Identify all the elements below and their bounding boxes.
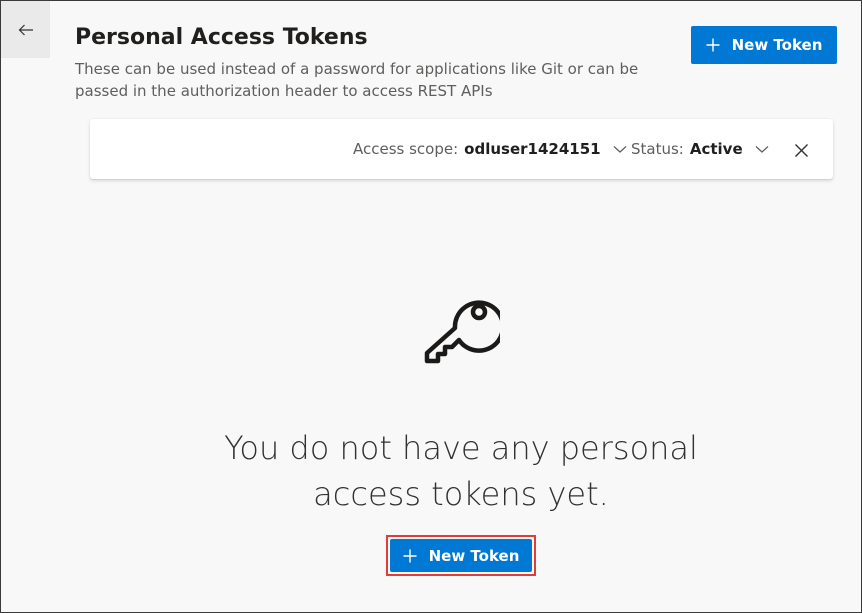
back-arrow-icon [18,24,33,35]
status-label: Status: [631,140,684,158]
empty-state-new-token-label: New Token [428,546,520,565]
key-icon [424,300,500,364]
app-frame: Personal Access Tokens These can be used… [0,0,862,613]
back-button[interactable] [1,1,50,58]
clear-filters-button[interactable] [790,139,812,161]
filter-bar: Access scope: odluser1424151 Status: Act… [90,119,833,179]
empty-state-new-token-button[interactable]: New Token [390,539,532,572]
page-title: Personal Access Tokens [75,25,368,50]
status-filter[interactable]: Status: Active [631,119,769,179]
empty-state-message: You do not have any personal access toke… [224,429,698,513]
new-token-button[interactable]: New Token [691,26,837,64]
chevron-down-icon [755,146,769,153]
access-scope-value: odluser1424151 [464,140,601,158]
chevron-down-icon [613,146,626,153]
close-icon [794,143,808,157]
new-token-button-label: New Token [731,36,823,54]
plus-icon [706,38,720,52]
plus-icon [403,549,417,562]
access-scope-label: Access scope: [353,140,459,158]
status-value: Active [689,140,743,158]
page-subtitle: These can be used instead of a password … [75,60,639,100]
access-scope-filter[interactable]: Access scope: odluser1424151 [353,119,627,179]
